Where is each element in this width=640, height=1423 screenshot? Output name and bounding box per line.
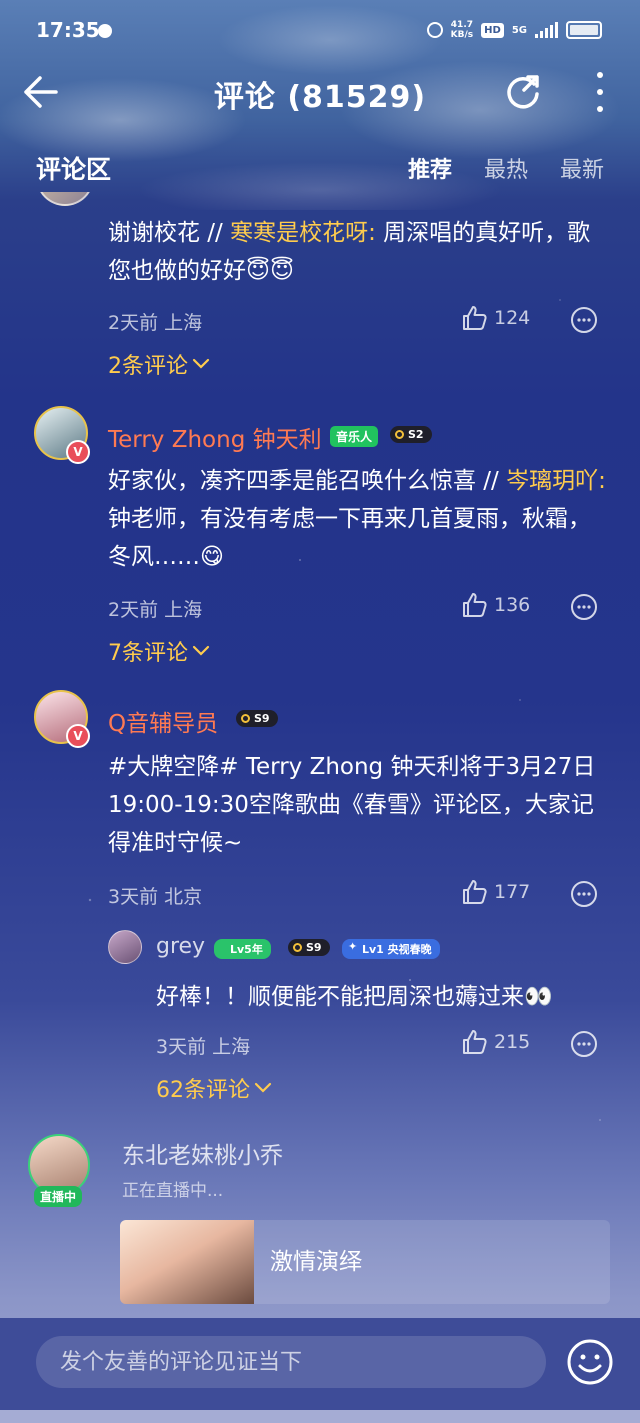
chevron-down-icon [254,1082,272,1093]
like-button[interactable]: 136 [460,591,530,619]
vip-level-badge: Lv5年 [214,939,271,959]
live-thumbnail [120,1220,254,1304]
comment-section-header: 评论区 推荐 最热 最新 [0,140,640,190]
reply-meta: 3天前 上海 [156,1032,250,1059]
verified-badge: V [66,440,90,464]
level-badge: S9 [288,939,330,956]
replies-count: 62条评论 [156,1078,250,1103]
level-badge: S2 [390,426,432,443]
comment-location: 北京 [164,886,203,908]
comment-meta: 2天前 上海 [108,595,202,622]
reply-icon[interactable] [570,306,598,334]
username[interactable]: Terry Zhong 钟天利 [108,420,322,454]
live-streamer-name[interactable]: 东北老妹桃小乔 [122,1136,283,1170]
reply-like-button[interactable]: 215 [460,1028,530,1056]
username[interactable]: Q音辅导员 [108,704,218,738]
live-card-title: 激情演绎 [270,1249,362,1275]
reply-text: 好棒！！顺便能不能把周深也薅过来👀 [156,984,553,1010]
comment-location: 上海 [164,312,203,334]
header: 评论 (81529) [0,60,640,124]
mention-link[interactable]: 岑璃玥吖: [506,468,606,494]
tab-recommended[interactable]: 推荐 [408,152,452,184]
comment-time: 3天前 [108,886,159,908]
reply-location: 上海 [212,1036,251,1058]
comment-time: 2天前 [108,312,159,334]
level-badge: S9 [236,710,278,727]
signal-icon [535,22,558,38]
comment-text: #大牌空降# Terry Zhong 钟天利将于3月27日19:00-19:30… [108,754,596,856]
emoji-icon[interactable] [566,1338,614,1386]
live-status: 正在直播中... [122,1181,224,1201]
comment-time: 2天前 [108,599,159,621]
battery-icon [566,21,602,39]
tab-hottest[interactable]: 最热 [484,152,528,184]
comment-input-bar [0,1318,640,1410]
expand-replies[interactable]: 62条评论 [156,1072,272,1104]
thumbs-up-icon [463,880,487,904]
like-count: 124 [494,307,531,329]
reply-icon[interactable] [570,593,598,621]
network-speed-value: 41.7 [450,20,474,30]
status-time: 17:35 [36,18,100,42]
comment-input[interactable] [36,1336,546,1388]
section-title: 评论区 [36,155,112,184]
event-badge: Lv1 央视春晚 [342,939,440,959]
comment-meta: 2天前 上海 [108,308,202,335]
musician-badge: 音乐人 [330,426,379,447]
chevron-down-icon [192,358,210,369]
page-title: 评论 (81529) [213,80,427,115]
comment-text-part: 谢谢校花 // [108,220,231,246]
reply-avatar[interactable] [108,930,142,964]
comment-text: 好家伙，凑齐四季是能召唤什么惊喜 // 岑璃玥吖: 钟老师，有没有考虑一下再来几… [108,462,608,576]
thumbs-up-icon [463,593,487,617]
mention-link[interactable]: 寒寒是校花呀: [230,220,376,246]
notification-icon [98,24,112,38]
avatar[interactable] [36,192,94,206]
thumbs-up-icon [463,306,487,330]
comment-meta: 3天前 北京 [108,882,202,909]
like-button[interactable]: 124 [460,304,530,332]
replies-count: 7条评论 [108,641,188,666]
live-card[interactable]: 激情演绎 [120,1220,610,1304]
comment-text-part: 钟老师，有没有考虑一下再来几首夏雨，秋霜，冬风……😋 [108,506,591,570]
like-count: 136 [494,594,531,616]
alarm-icon [426,22,443,38]
thumbs-up-icon [463,1030,487,1054]
reply-time: 3天前 [156,1036,207,1058]
expand-replies[interactable]: 2条评论 [108,348,210,380]
reply-icon[interactable] [570,880,598,908]
expand-replies[interactable]: 7条评论 [108,635,210,667]
reply-username[interactable]: grey [156,934,205,959]
chevron-down-icon [192,645,210,656]
comment-text: 谢谢校花 // 寒寒是校花呀: 周深唱的真好听，歌您也做的好好😇😇 [108,214,608,290]
system-nav-bar [0,1410,640,1423]
comment-text-part: 好家伙，凑齐四季是能召唤什么惊喜 // [108,468,507,494]
like-button[interactable]: 177 [460,878,530,906]
reply-icon[interactable] [570,1030,598,1058]
network-type: 5G [511,24,527,36]
verified-badge: V [66,724,90,748]
hd-icon: HD [481,22,504,38]
more-options-icon[interactable] [592,72,608,112]
like-count: 177 [494,881,531,903]
comment-list: 谢谢校花 // 寒寒是校花呀: 周深唱的真好听，歌您也做的好好😇😇 2天前 上海… [0,192,640,1320]
live-tag: 直播中 [34,1186,83,1207]
comment-location: 上海 [164,599,203,621]
status-right: 41.7 KB/s HD 5G [426,20,602,40]
network-speed-unit: KB/s [450,30,474,40]
status-bar: 17:35 41.7 KB/s HD 5G [0,0,640,60]
like-count: 215 [494,1031,531,1053]
share-icon[interactable] [504,72,542,110]
tab-newest[interactable]: 最新 [560,152,604,184]
network-speed: 41.7 KB/s [451,20,473,40]
replies-count: 2条评论 [108,354,188,379]
sort-tabs: 推荐 最热 最新 [408,152,604,184]
